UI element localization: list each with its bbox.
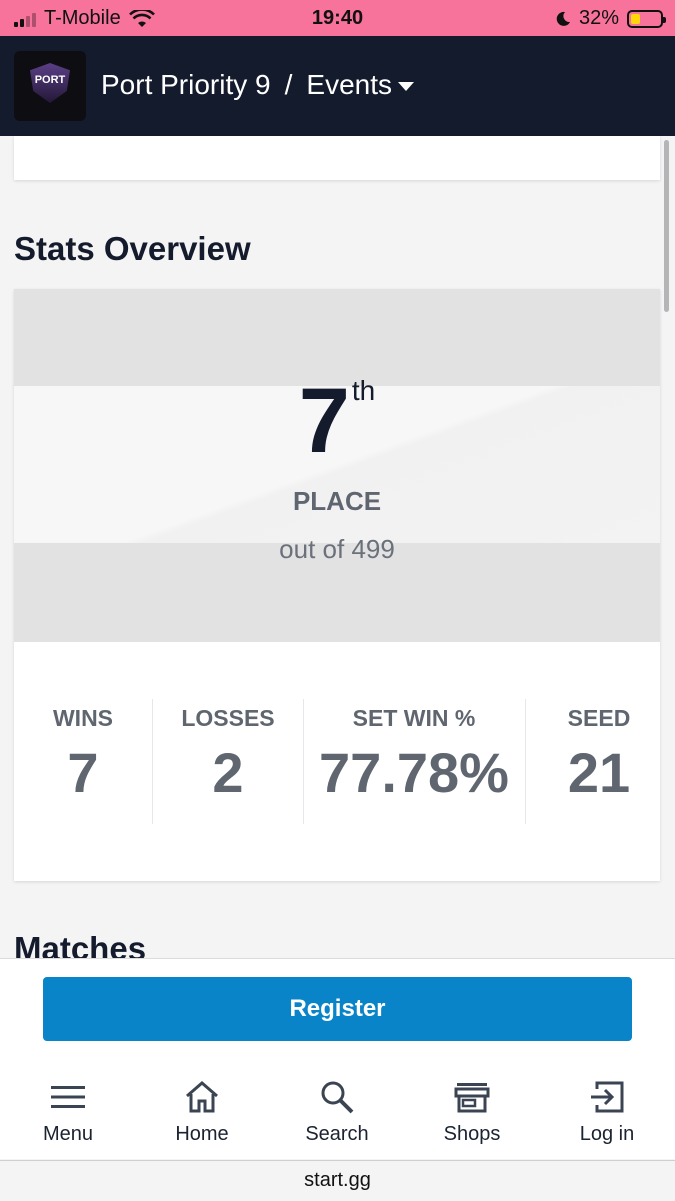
nav-search[interactable]: Search <box>282 1077 392 1146</box>
breadcrumb: Port Priority 9 / Events <box>101 69 414 101</box>
battery-percent: 32% <box>578 7 619 29</box>
stat-seed: SEED 21 <box>526 699 672 824</box>
search-icon <box>321 1081 354 1114</box>
menu-icon <box>51 1086 85 1108</box>
url-bar[interactable]: start.gg <box>0 1160 675 1201</box>
tournament-name[interactable]: Port Priority 9 <box>101 69 271 101</box>
stat-value: 21 <box>567 741 631 804</box>
moon-icon <box>556 11 570 26</box>
stat-losses: LOSSES 2 <box>153 699 303 824</box>
placement: 7th <box>14 375 660 467</box>
nav-label: Shops <box>443 1123 501 1145</box>
nav-label: Search <box>305 1123 369 1145</box>
placement-out-of: out of 499 <box>279 534 395 564</box>
app-header: PORT Port Priority 9 / Events <box>0 36 675 136</box>
stat-value: 7 <box>67 741 99 804</box>
stat-set-win: SET WIN % 77.78% <box>304 699 524 824</box>
stat-label: SEED <box>567 705 631 731</box>
stats-overview-title: Stats Overview <box>14 230 251 267</box>
nav-login[interactable]: Log in <box>552 1077 662 1146</box>
stat-label: SET WIN % <box>352 705 476 731</box>
placement-banner: 7th PLACE out of 499 <box>14 289 660 642</box>
nav-label: Menu <box>42 1123 94 1145</box>
bottom-nav: Menu Home Search Shops Log in <box>0 1061 675 1159</box>
placement-label: PLACE <box>292 486 382 516</box>
stat-label: LOSSES <box>181 705 275 731</box>
chevron-down-icon <box>398 82 414 91</box>
stat-value: 2 <box>212 741 244 804</box>
tournament-logo[interactable]: PORT <box>14 51 86 121</box>
placement-number: 7 <box>298 370 350 472</box>
nav-menu[interactable]: Menu <box>13 1077 123 1146</box>
register-bar: Register <box>0 958 675 1062</box>
nav-shops[interactable]: Shops <box>417 1077 527 1146</box>
logo-text: PORT <box>34 74 66 86</box>
stats-row: WINS 7 LOSSES 2 SET WIN % 77.78% SEED 21 <box>14 699 660 824</box>
nav-label: Log in <box>579 1123 635 1145</box>
breadcrumb-separator: / <box>284 69 293 100</box>
matches-title: Matches <box>14 930 147 958</box>
events-dropdown[interactable]: Events <box>306 69 414 101</box>
home-icon <box>186 1081 218 1113</box>
scrollbar[interactable] <box>664 140 669 312</box>
stat-label: WINS <box>52 705 114 731</box>
nav-label: Home <box>175 1123 229 1145</box>
placement-suffix: th <box>351 375 376 406</box>
register-button[interactable]: Register <box>43 977 632 1041</box>
login-icon <box>591 1081 624 1113</box>
shop-icon <box>454 1083 490 1113</box>
stats-overview-card: 7th PLACE out of 499 WINS 7 LOSSES 2 SET… <box>14 289 660 881</box>
stat-wins: WINS 7 <box>14 699 152 824</box>
battery-icon <box>627 9 666 28</box>
status-bar: T-Mobile 19:40 32% <box>0 0 675 36</box>
events-label: Events <box>306 69 392 100</box>
stat-value: 77.78% <box>319 741 509 804</box>
nav-home[interactable]: Home <box>147 1077 257 1146</box>
previous-card <box>14 136 660 180</box>
